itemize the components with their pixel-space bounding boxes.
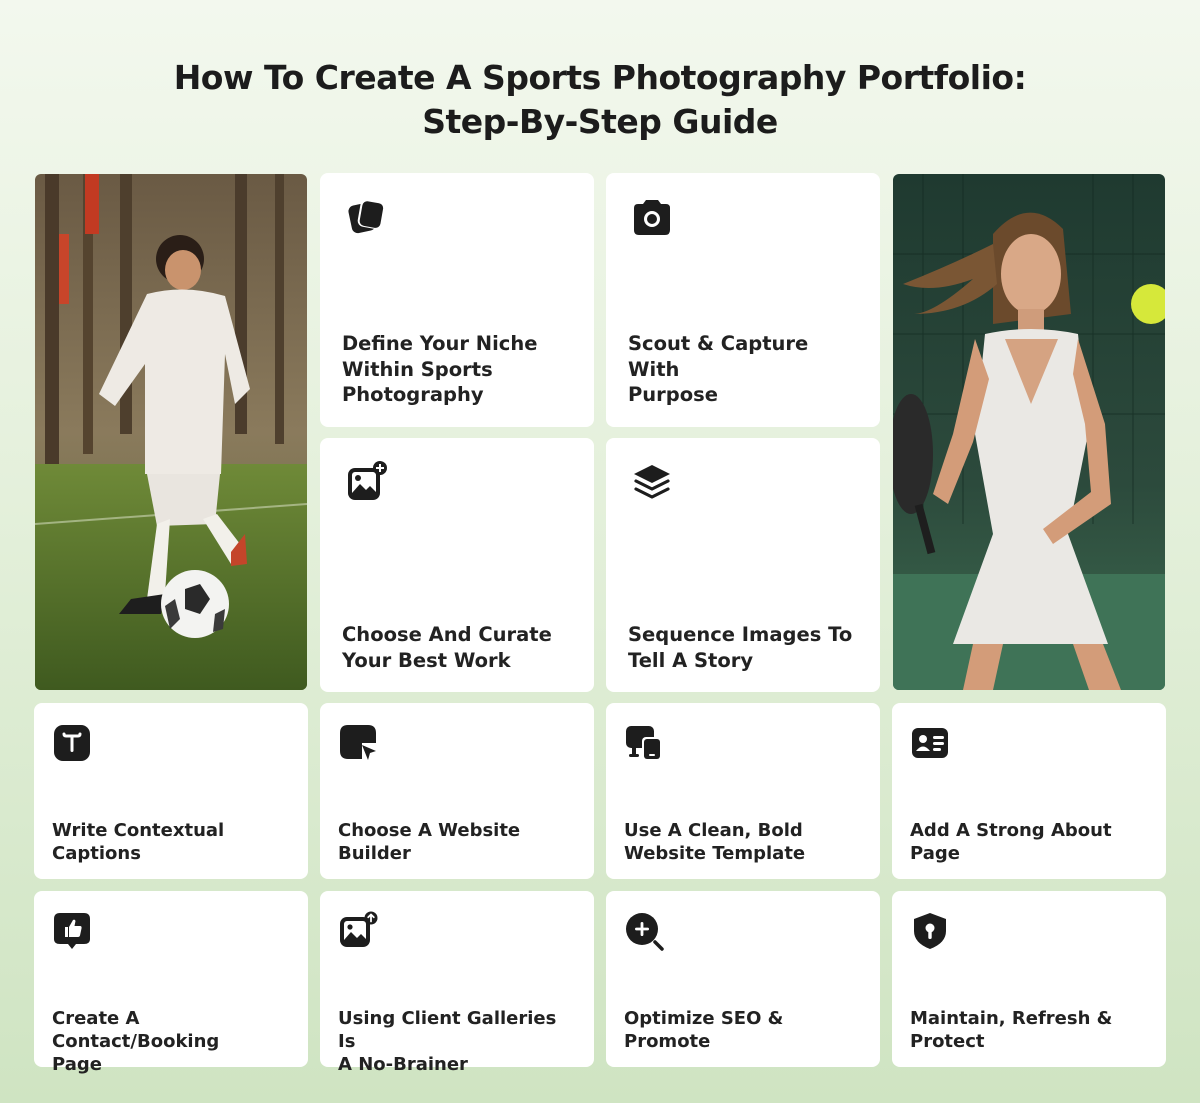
step-label: Use A Clean, Bold Website Template: [624, 820, 806, 864]
step-card-sequence-images: Sequence Images To Tell A Story: [606, 438, 880, 692]
tennis-player-photo: [893, 174, 1165, 690]
shield-lock-icon: [910, 911, 950, 951]
devices-icon: [624, 723, 664, 763]
page-title: How To Create A Sports Photography Portf…: [0, 56, 1200, 144]
step-label: Choose A Website Builder: [338, 820, 521, 864]
step-card-scout-capture: Scout & Capture With Purpose: [606, 173, 880, 427]
step-label: Scout & Capture With Purpose: [628, 332, 809, 406]
image-upload-icon: [338, 911, 378, 951]
step-card-optimize-seo: Optimize SEO & Promote: [606, 891, 880, 1067]
step-label: Write Contextual Captions: [52, 820, 225, 864]
title-line-2: Step-By-Step Guide: [422, 102, 778, 141]
step-card-contact-booking: Create A Contact/Booking Page: [34, 891, 308, 1075]
step-card-maintain-protect: Maintain, Refresh & Protect: [892, 891, 1166, 1067]
step-card-write-captions: Write Contextual Captions: [34, 703, 308, 879]
step-label: Using Client Galleries Is A No-Brainer: [338, 1008, 557, 1075]
title-line-1: How To Create A Sports Photography Portf…: [173, 58, 1027, 97]
step-card-about-page: Add A Strong About Page: [892, 703, 1166, 879]
step-label: Create A Contact/Booking Page: [52, 1008, 220, 1075]
text-icon: [52, 723, 92, 763]
step-card-choose-curate: Choose And Curate Your Best Work: [320, 438, 594, 692]
contact-card-icon: [910, 723, 950, 763]
step-label: Define Your Niche Within Sports Photogra…: [342, 332, 538, 406]
layers-icon: [630, 460, 674, 504]
step-card-website-template: Use A Clean, Bold Website Template: [606, 703, 880, 879]
step-label: Sequence Images To Tell A Story: [628, 623, 853, 672]
step-label: Choose And Curate Your Best Work: [342, 623, 552, 672]
zoom-in-icon: [624, 911, 664, 951]
camera-icon: [630, 195, 674, 239]
step-label: Add A Strong About Page: [910, 820, 1112, 864]
step-label: Maintain, Refresh & Protect: [910, 1008, 1113, 1052]
step-label: Optimize SEO & Promote: [624, 1008, 784, 1052]
soccer-player-photo: [35, 174, 307, 690]
cards-stack-icon: [344, 195, 388, 239]
image-add-icon: [344, 460, 388, 504]
step-card-client-galleries: Using Client Galleries Is A No-Brainer: [320, 891, 594, 1075]
step-card-define-niche: Define Your Niche Within Sports Photogra…: [320, 173, 594, 427]
thumbs-up-chat-icon: [52, 911, 92, 951]
step-card-website-builder: Choose A Website Builder: [320, 703, 594, 879]
cursor-square-icon: [338, 723, 378, 763]
